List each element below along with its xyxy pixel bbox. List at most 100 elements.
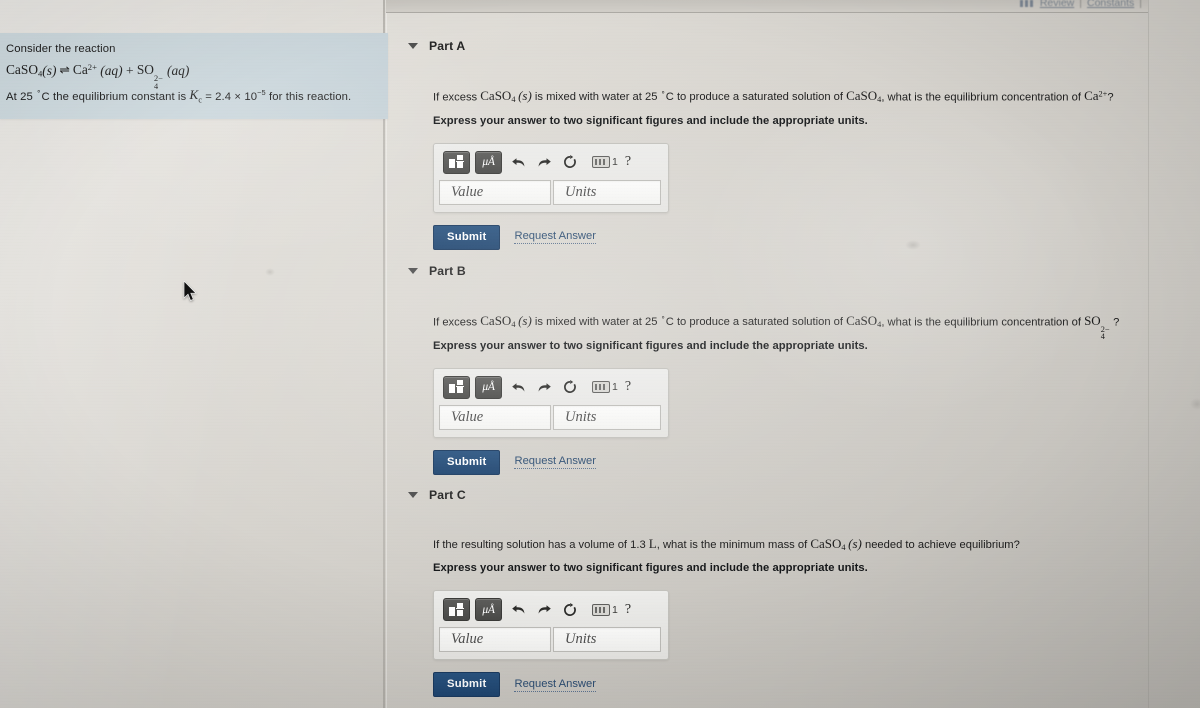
hamburger-icon[interactable] [1019, 0, 1033, 7]
part-b-header[interactable]: Part B [386, 262, 1148, 279]
equation-product-2-state: (aq) [166, 62, 190, 78]
qc-volume-unit: L [648, 536, 657, 551]
part-a-request-answer-link[interactable]: Request Answer [514, 230, 596, 245]
part-b-field-row: Value Units [439, 404, 663, 430]
redo-icon[interactable] [533, 152, 555, 173]
qc-seg-2: , what is the minimum mass of [656, 539, 811, 551]
top-links-group: Review | Constants | [1019, 0, 1142, 9]
part-c-header[interactable]: Part C [386, 486, 1148, 503]
q-seg-2: is mixed with water at 25 °C to produce … [531, 90, 847, 104]
equilibrium-constant-line: At 25 °C the equilibrium constant is Kc … [6, 87, 352, 106]
units-icon[interactable]: μÅ [475, 375, 502, 399]
part-a-question: If excess CaSO4 (s) is mixed with water … [433, 87, 1148, 108]
undo-icon[interactable] [507, 377, 529, 398]
template-icon[interactable] [443, 375, 470, 399]
template-icon[interactable] [443, 150, 470, 174]
part-b-button-row: Submit Request Answer [433, 449, 1148, 475]
q-ion-so4-2minus: SO 2− 4 [1084, 313, 1110, 341]
part-b-title: Part B [429, 263, 466, 278]
review-link[interactable]: Review [1040, 0, 1074, 9]
q-seg-1: If excess [433, 91, 481, 104]
problem-intro: Consider the reaction [6, 43, 116, 55]
part-b-units-placeholder: Units [565, 408, 597, 425]
part-a-value-input[interactable]: Value [439, 179, 551, 205]
part-c-instruction: Express your answer to two significant f… [433, 562, 868, 575]
qc-compound-caso4-s: CaSO4 (s) [810, 536, 862, 553]
part-a-instruction: Express your answer to two significant f… [433, 114, 868, 127]
part-c-question: If the resulting solution has a volume o… [433, 536, 1148, 555]
part-b-toolbar: μÅ 1 ? [439, 375, 663, 400]
redo-icon[interactable] [533, 377, 555, 398]
equation-reactant: CaSO4 [6, 62, 43, 79]
q-compound-caso4: CaSO4 [846, 88, 882, 105]
help-icon[interactable]: ? [625, 602, 631, 618]
q-seg-5: ? [1107, 91, 1114, 104]
part-c-units-input[interactable]: Units [553, 627, 661, 653]
part-c-value-input[interactable]: Value [439, 627, 551, 653]
help-icon[interactable]: ? [625, 154, 631, 170]
part-b-request-answer-link[interactable]: Request Answer [514, 455, 596, 470]
caret-down-icon[interactable] [408, 42, 418, 49]
part-a-answer-widget: μÅ 1 ? Value Units [433, 142, 669, 213]
part-b-answer-widget: μÅ 1 ? Value Units [433, 367, 669, 438]
reset-icon[interactable] [559, 377, 581, 398]
reset-icon[interactable] [559, 152, 581, 173]
part-b-value-input[interactable]: Value [439, 404, 551, 430]
part-a-field-row: Value Units [439, 179, 663, 205]
degree-symbol: ° [37, 89, 41, 99]
part-c-answer-widget: μÅ 1 ? Value Units [433, 590, 669, 661]
units-icon[interactable]: μÅ [475, 150, 502, 174]
problem-statement-box: Consider the reaction CaSO4(s) ⇌ Ca2+ (aq)… [0, 33, 388, 119]
q-seg-5: ? [1110, 316, 1120, 329]
equilibrium-arrow-icon: ⇌ [59, 63, 70, 78]
template-icon[interactable] [443, 598, 470, 622]
units-icon[interactable]: μÅ [475, 598, 502, 622]
keyboard-icon[interactable]: 1 [592, 381, 618, 394]
part-a-units-input[interactable]: Units [553, 179, 661, 205]
top-links-separator-2: | [1139, 0, 1142, 9]
qc-seg-3: needed to achieve equilibrium? [861, 539, 1020, 551]
reaction-equation: CaSO4(s) ⇌ Ca2+ (aq) + SO 2− 4 (aq) [6, 59, 378, 91]
caret-down-icon[interactable] [408, 491, 418, 498]
part-a-header[interactable]: Part A [386, 37, 1148, 54]
q-compound-caso4: CaSO4 [846, 313, 882, 330]
qc-seg-1: If the resulting solution has a volume o… [433, 539, 649, 551]
equation-product-2: SO 2− 4 [136, 62, 163, 91]
part-c-toolbar: μÅ 1 ? [439, 597, 663, 622]
kc-symbol: Kc [189, 87, 202, 106]
part-c-block: Part C If the resulting solution has a v… [386, 486, 1148, 698]
part-c-value-placeholder: Value [451, 631, 484, 648]
part-c-title: Part C [429, 487, 466, 502]
part-b-block: Part B If excess CaSO4 (s) is mixed with… [386, 262, 1148, 475]
caret-down-icon[interactable] [408, 267, 418, 274]
equation-reactant-state: (s) [42, 62, 57, 78]
undo-icon[interactable] [507, 599, 529, 620]
reset-icon[interactable] [559, 599, 581, 620]
help-icon[interactable]: ? [625, 379, 631, 395]
part-b-value-placeholder: Value [451, 408, 484, 425]
part-c-button-row: Submit Request Answer [433, 672, 1148, 698]
q-compound-caso4-s: CaSO4 (s) [480, 313, 532, 330]
part-c-units-placeholder: Units [565, 631, 597, 648]
q-seg-1: If excess [433, 316, 481, 329]
kc-exponent: −5 [257, 87, 266, 97]
constants-link[interactable]: Constants [1087, 0, 1134, 9]
main-content: Part A If excess CaSO4 (s) is mixed with… [386, 12, 1148, 708]
part-a-toolbar: μÅ 1 ? [439, 150, 663, 175]
keyboard-icon[interactable]: 1 [592, 156, 618, 169]
part-a-submit-button[interactable]: Submit [433, 224, 501, 250]
part-b-submit-button[interactable]: Submit [433, 449, 501, 475]
part-c-submit-button[interactable]: Submit [433, 672, 501, 698]
redo-icon[interactable] [533, 599, 555, 620]
q-compound-caso4-s: CaSO4 (s) [480, 88, 532, 105]
undo-icon[interactable] [507, 152, 529, 173]
part-c-request-answer-link[interactable]: Request Answer [514, 678, 596, 692]
keyboard-icon[interactable]: 1 [592, 603, 618, 616]
part-a-value-placeholder: Value [451, 183, 484, 200]
mouse-pointer-icon [183, 281, 197, 301]
part-a-block: Part A If excess CaSO4 (s) is mixed with… [386, 37, 1148, 250]
part-b-units-input[interactable]: Units [553, 404, 661, 430]
q-seg-4: , what is the equilibrium concentration … [881, 316, 1085, 329]
q-seg-4: , what is the equilibrium concentration … [881, 91, 1085, 104]
part-a-button-row: Submit Request Answer [433, 224, 1148, 250]
